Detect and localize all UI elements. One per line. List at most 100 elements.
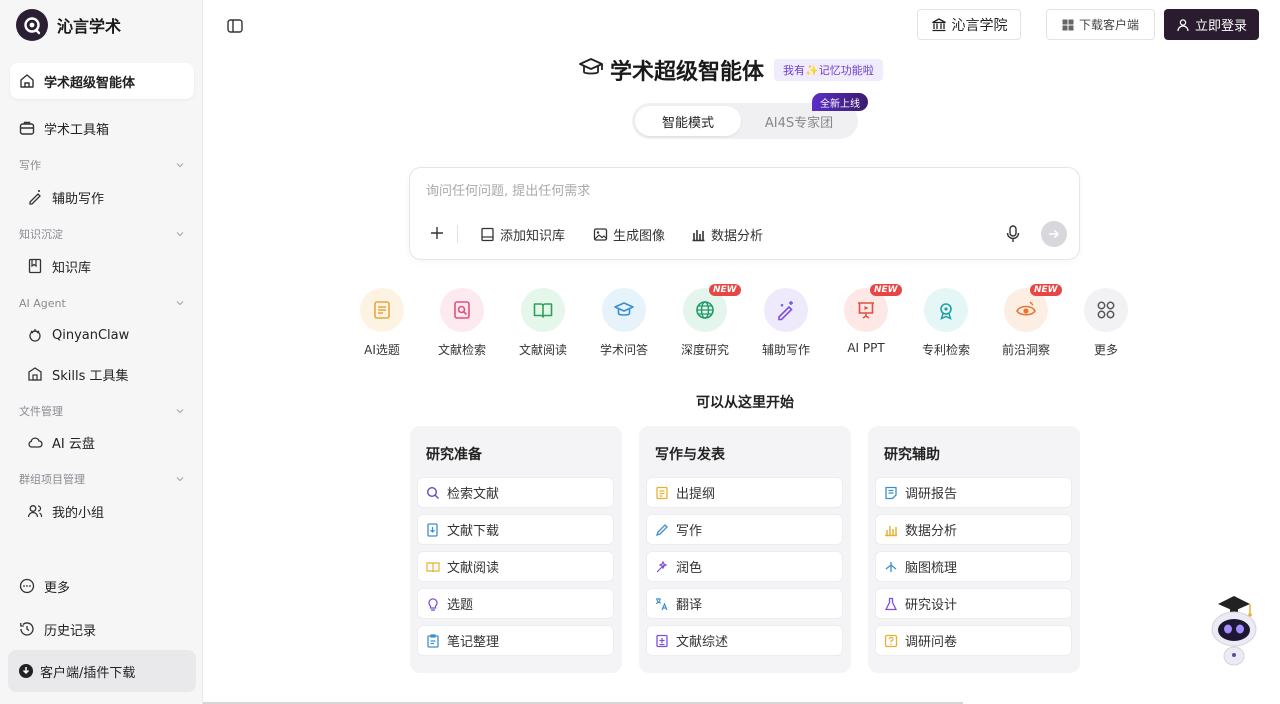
history-icon xyxy=(18,620,36,638)
quick-tool-deep-research[interactable]: NEW 深度研究 xyxy=(672,284,741,358)
graduation-cap-icon xyxy=(578,56,604,84)
sidebar-item-label: QinyanClaw xyxy=(52,327,130,343)
generate-image-button[interactable]: 生成图像 xyxy=(593,223,665,245)
card-writing-publishing: 写作与发表 出提纲 写作 润色 翻译 文献综述 xyxy=(639,426,851,673)
card-item-mind-map[interactable]: 脑图梳理 xyxy=(875,551,1072,582)
add-plus-icon[interactable] xyxy=(428,224,446,242)
sidebar-toggle-icon[interactable] xyxy=(226,17,244,35)
microphone-icon[interactable] xyxy=(1004,224,1022,244)
toolbox-icon xyxy=(18,119,36,137)
card-research-prep: 研究准备 检索文献 文献下载 文献阅读 选题 笔记整理 xyxy=(410,426,622,673)
sidebar-item-knowledge-base[interactable]: 知识库 xyxy=(18,248,194,284)
data-analysis-button[interactable]: 数据分析 xyxy=(691,223,763,245)
card-item-label: 笔记整理 xyxy=(447,635,500,650)
pen-sparkle-icon xyxy=(764,288,808,332)
windows-icon xyxy=(1062,19,1074,31)
quick-tool-academic-qa[interactable]: 学术问答 xyxy=(591,288,657,358)
claw-icon xyxy=(26,326,44,344)
quick-tool-literature-reading[interactable]: 文献阅读 xyxy=(510,288,576,358)
quick-tool-label: 学术问答 xyxy=(599,343,648,357)
card-item-label: 润色 xyxy=(676,561,703,576)
sidebar-item-label: 历史记录 xyxy=(44,623,97,639)
sidebar-item-label: 辅助写作 xyxy=(52,191,105,207)
section-title-knowledge[interactable]: 知识沉淀 xyxy=(19,226,185,242)
sidebar-item-label: Skills 工具集 xyxy=(52,368,129,384)
card-item-review[interactable]: 文献综述 xyxy=(646,625,843,656)
card-item-questionnaire[interactable]: 调研问卷 xyxy=(875,625,1072,656)
ai-topic-icon xyxy=(360,288,404,332)
apps-grid-icon xyxy=(1084,288,1128,332)
sidebar-item-writing-assist[interactable]: 辅助写作 xyxy=(18,179,194,215)
add-knowledge-base-button[interactable]: 添加知识库 xyxy=(480,223,565,245)
bar-chart-icon xyxy=(884,523,898,537)
card-item-search-literature[interactable]: 检索文献 xyxy=(417,477,614,508)
quick-tool-frontier-insight[interactable]: NEW 前沿洞察 xyxy=(993,284,1062,358)
card-item-research-report[interactable]: 调研报告 xyxy=(875,477,1072,508)
quick-tool-ai-ppt[interactable]: NEW AI PPT xyxy=(833,284,902,358)
sidebar-item-toolbox[interactable]: 学术工具箱 xyxy=(10,110,194,146)
section-title-group[interactable]: 群组项目管理 xyxy=(19,471,185,487)
sidebar-item-cloud[interactable]: AI 云盘 xyxy=(18,424,194,460)
quick-tool-writing-assist[interactable]: 辅助写作 xyxy=(753,288,819,358)
quick-tool-label: AI PPT xyxy=(847,341,885,355)
quick-tool-label: AI选题 xyxy=(364,343,400,357)
sidebar-item-agent[interactable]: 学术超级智能体 xyxy=(10,63,194,99)
quick-tool-literature-search[interactable]: 文献检索 xyxy=(429,288,495,358)
brand[interactable]: 沁言学术 xyxy=(16,9,121,41)
review-doc-icon xyxy=(655,634,669,648)
search-input[interactable] xyxy=(426,180,986,202)
quick-tool-label: 更多 xyxy=(1093,343,1118,357)
new-badge: NEW xyxy=(1030,284,1062,296)
card-item-label: 文献下载 xyxy=(447,524,500,539)
new-online-badge: 全新上线 xyxy=(812,93,868,111)
section-label: 群组项目管理 xyxy=(19,473,85,486)
card-item-topic[interactable]: 选题 xyxy=(417,588,614,619)
card-item-label: 文献综述 xyxy=(676,635,729,650)
card-item-label: 文献阅读 xyxy=(447,561,500,576)
sidebar-item-label: 学术工具箱 xyxy=(44,122,110,138)
login-button[interactable]: 立即登录 xyxy=(1164,9,1259,40)
client-plugin-download-button[interactable]: 客户端/插件下载 xyxy=(8,650,196,692)
lightbulb-icon xyxy=(426,597,440,611)
card-item-label: 出提纲 xyxy=(676,487,716,502)
download-client-button[interactable]: 下载客户端 xyxy=(1046,9,1155,40)
memory-feature-tag[interactable]: 我有✨记忆功能啦 xyxy=(774,59,883,81)
academy-button[interactable]: 沁言学院 xyxy=(917,9,1021,40)
quick-tool-label: 深度研究 xyxy=(680,343,729,357)
quick-tool-label: 文献检索 xyxy=(437,343,486,357)
sidebar-item-my-group[interactable]: 我的小组 xyxy=(18,493,194,529)
section-title-agent[interactable]: AI Agent xyxy=(19,295,185,311)
tab-smart-mode[interactable]: 智能模式 xyxy=(635,106,741,136)
sidebar-item-qinyanclaw[interactable]: QinyanClaw xyxy=(18,317,194,353)
patent-icon xyxy=(924,288,968,332)
card-item-download-literature[interactable]: 文献下载 xyxy=(417,514,614,545)
sidebar-item-more[interactable]: 更多 xyxy=(10,568,194,604)
user-icon xyxy=(1176,18,1190,32)
assistant-robot-icon[interactable] xyxy=(1208,592,1260,670)
sidebar-item-label: 更多 xyxy=(44,580,71,596)
card-item-label: 脑图梳理 xyxy=(905,561,958,576)
quick-tool-patent-search[interactable]: 专利检索 xyxy=(913,288,979,358)
card-item-data-analysis[interactable]: 数据分析 xyxy=(875,514,1072,545)
chevron-down-icon xyxy=(176,232,184,237)
file-download-icon xyxy=(426,522,440,537)
card-item-read-literature[interactable]: 文献阅读 xyxy=(417,551,614,582)
card-item-research-design[interactable]: 研究设计 xyxy=(875,588,1072,619)
quick-tool-ai-topic[interactable]: AI选题 xyxy=(349,288,415,358)
card-item-outline[interactable]: 出提纲 xyxy=(646,477,843,508)
card-item-notes[interactable]: 笔记整理 xyxy=(417,625,614,656)
card-item-write[interactable]: 写作 xyxy=(646,514,843,545)
send-button[interactable] xyxy=(1041,221,1067,247)
cloud-icon xyxy=(26,433,44,451)
section-label: AI Agent xyxy=(19,296,66,310)
card-item-label: 检索文献 xyxy=(447,487,500,502)
card-item-polish[interactable]: 润色 xyxy=(646,551,843,582)
quick-tool-more[interactable]: 更多 xyxy=(1073,288,1139,358)
card-research-assist: 研究辅助 调研报告 数据分析 脑图梳理 研究设计 调研问卷 xyxy=(868,426,1080,673)
magic-wand-icon xyxy=(655,560,669,574)
card-item-translate[interactable]: 翻译 xyxy=(646,588,843,619)
chevron-down-icon xyxy=(176,477,184,482)
section-title-writing[interactable]: 写作 xyxy=(19,157,185,173)
sidebar-item-skills[interactable]: Skills 工具集 xyxy=(18,356,194,392)
sidebar-item-history[interactable]: 历史记录 xyxy=(10,611,194,647)
